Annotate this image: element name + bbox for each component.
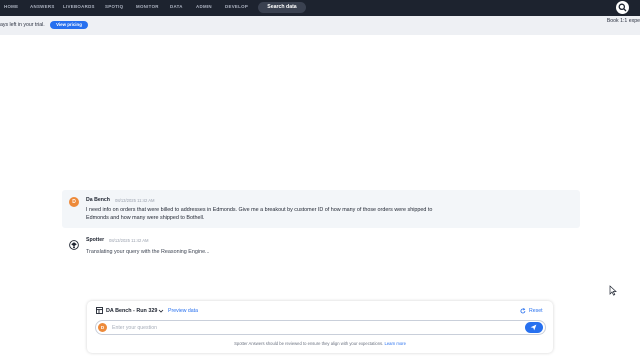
disclaimer-text: Spotter Answers should be reviewed to en… (234, 341, 384, 346)
nav-admin[interactable]: ADMIN (196, 4, 212, 9)
bot-name: Spotter (86, 237, 105, 243)
nav-spotiq[interactable]: SPOTIQ (105, 4, 123, 9)
learn-more-link[interactable]: Learn more (384, 341, 405, 346)
reset-icon[interactable] (520, 308, 526, 314)
bot-timestamp: 08/13/2025 11:42 AM (109, 238, 149, 243)
send-button[interactable] (525, 322, 543, 333)
disclaimer: Spotter Answers should be reviewed to en… (87, 341, 553, 346)
send-icon (530, 324, 537, 331)
question-composer: DA Bench - Run 329 Preview data Reset D … (87, 301, 553, 353)
nav-liveboards[interactable]: LIVEBOARDS (63, 4, 95, 9)
nav-home[interactable]: HOME (4, 4, 18, 9)
search-data-button[interactable]: Search data (258, 2, 306, 13)
trial-banner: ays left in your trial. View pricing Boo… (0, 16, 640, 35)
question-input-box: D (95, 320, 546, 335)
search-icon (618, 3, 627, 12)
user-timestamp: 08/13/2025 11:42 AM (115, 198, 155, 203)
nav-develop[interactable]: DEVELOP (225, 4, 248, 9)
user-message-card: D Da Bench 08/13/2025 11:42 AM I need in… (62, 190, 580, 228)
bot-status-text: Translating your query with the Reasonin… (86, 249, 210, 255)
mouse-cursor-icon (609, 285, 617, 296)
input-avatar: D (98, 323, 107, 332)
nav-data[interactable]: DATA (170, 4, 183, 9)
book-session-link[interactable]: Book 1:1 expe (607, 18, 640, 24)
dataset-name[interactable]: DA Bench - Run 329 (106, 308, 157, 314)
user-avatar: D (69, 197, 79, 207)
view-pricing-button[interactable]: View pricing (50, 21, 88, 29)
question-input[interactable] (112, 323, 512, 332)
preview-data-link[interactable]: Preview data (168, 308, 198, 314)
trial-message: ays left in your trial. (0, 22, 45, 28)
nav-monitor[interactable]: MONITOR (136, 4, 159, 9)
nav-answers[interactable]: ANSWERS (30, 4, 55, 9)
spotter-avatar (69, 237, 79, 250)
table-icon (96, 307, 103, 314)
user-name: Da Bench (86, 197, 110, 203)
user-message-text: I need info on orders that were billed t… (86, 207, 433, 222)
chevron-down-icon[interactable] (158, 308, 164, 314)
user-profile-button[interactable] (616, 1, 629, 14)
top-nav: HOME ANSWERS LIVEBOARDS SPOTIQ MONITOR D… (0, 0, 640, 16)
reset-button[interactable]: Reset (529, 308, 543, 314)
spotter-logo-icon (69, 240, 79, 250)
